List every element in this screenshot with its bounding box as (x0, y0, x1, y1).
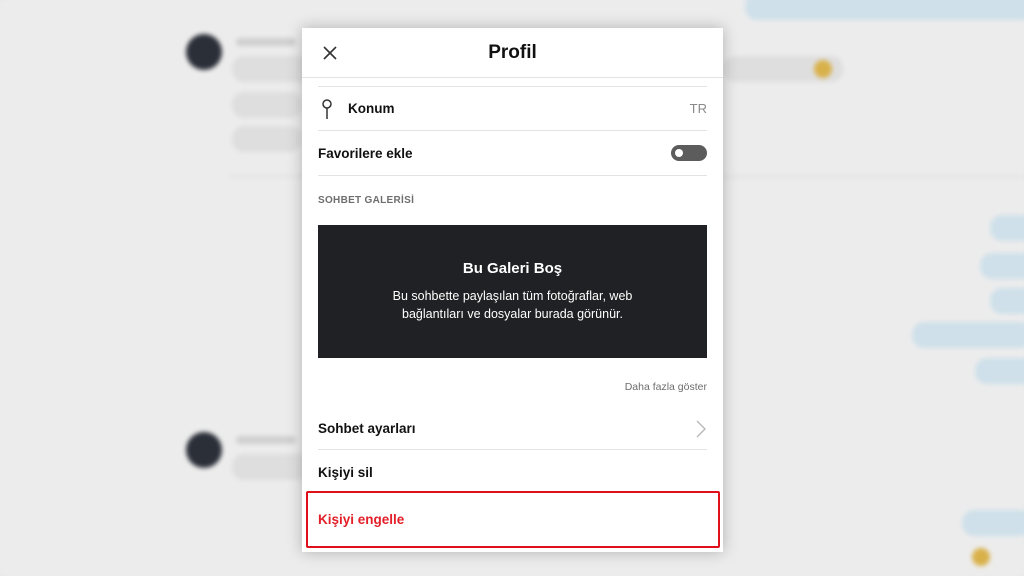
chat-bubble (990, 288, 1024, 314)
chat-bubble (232, 56, 312, 82)
chat-bubble (980, 253, 1024, 279)
close-button[interactable] (318, 41, 342, 65)
panel-header: Profil (302, 28, 723, 78)
delete-contact-row[interactable]: Kişiyi sil (318, 450, 707, 494)
location-label: Konum (348, 101, 395, 116)
chat-bubble (962, 510, 1024, 536)
profile-content: Konum TR Favorilere ekle SOHBET GALERİSİ… (318, 78, 707, 552)
profile-panel: Profil Konum TR Favorilere ekle SOHBET G… (302, 28, 723, 552)
chat-bubble (975, 358, 1024, 384)
location-row: Konum TR (318, 86, 707, 131)
avatar (186, 34, 222, 70)
avatar (186, 432, 222, 468)
favorites-row: Favorilere ekle (318, 131, 707, 176)
emoji-icon (814, 60, 832, 78)
chat-settings-row[interactable]: Sohbet ayarları (318, 408, 707, 450)
block-contact-label: Kişiyi engelle (318, 512, 405, 527)
show-more-link[interactable]: Daha fazla göster (625, 381, 707, 393)
chat-bubble (232, 454, 312, 480)
delete-contact-label: Kişiyi sil (318, 464, 373, 480)
location-value: TR (689, 101, 707, 116)
chat-settings-label: Sohbet ayarları (318, 421, 416, 436)
emoji-icon (972, 548, 990, 566)
favorites-label: Favorilere ekle (318, 145, 413, 161)
message-meta (236, 38, 296, 46)
chat-gallery: Bu Galeri Boş Bu sohbette paylaşılan tüm… (318, 225, 707, 358)
close-icon (323, 46, 337, 60)
chat-bubble (990, 215, 1024, 241)
chat-bubble (745, 0, 1024, 20)
chat-bubble (232, 92, 302, 118)
favorites-toggle[interactable] (671, 145, 707, 161)
chevron-right-icon (696, 420, 706, 437)
toggle-knob (675, 149, 683, 157)
gallery-empty-title: Bu Galeri Boş (462, 260, 563, 277)
message-meta (236, 436, 296, 444)
pin-icon (322, 98, 332, 119)
page-title: Profil (488, 41, 537, 63)
gallery-empty-description: Bu sohbette paylaşılan tüm fotoğraflar, … (392, 289, 633, 321)
gallery-section-label: SOHBET GALERİSİ (318, 195, 415, 206)
chat-bubble (232, 126, 302, 152)
chat-bubble (912, 322, 1024, 348)
block-contact-button[interactable]: Kişiyi engelle (306, 491, 720, 548)
